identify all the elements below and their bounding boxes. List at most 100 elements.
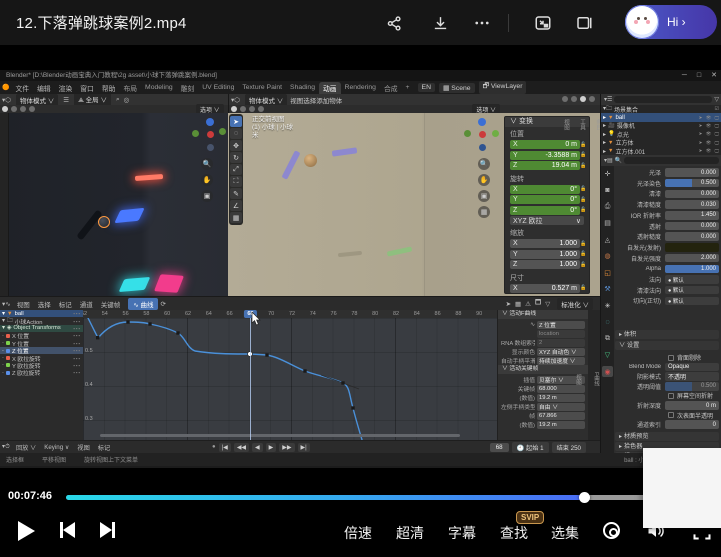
refresh-icon[interactable]: ⟳ bbox=[160, 300, 165, 308]
lock-icon[interactable]: 🔓 bbox=[580, 241, 586, 247]
pan-hand-icon[interactable]: ✋ bbox=[478, 174, 490, 186]
warning-icon[interactable]: ⚠ bbox=[525, 300, 531, 308]
prop-field-Alpha[interactable]: 1.000 bbox=[665, 265, 719, 274]
frame-field[interactable]: 68 bbox=[490, 443, 509, 452]
mid-shading2-1-icon[interactable] bbox=[240, 106, 246, 112]
snap-magnet-icon[interactable]: ⌕ bbox=[116, 96, 120, 104]
workspace-tab-Modeling[interactable]: Modeling bbox=[141, 83, 177, 92]
scene-tab-icon[interactable]: ◬ bbox=[602, 234, 613, 245]
shading-mode-0-icon[interactable] bbox=[2, 106, 8, 112]
left-navigation-gizmo[interactable] bbox=[192, 118, 226, 152]
playhead-line[interactable] bbox=[250, 310, 251, 440]
channel-toggles[interactable]: ▪▪▪ bbox=[73, 326, 81, 331]
find-button[interactable]: 查找 bbox=[500, 523, 528, 543]
more-button[interactable] bbox=[470, 11, 494, 35]
loop-icon[interactable] bbox=[603, 522, 620, 539]
expand-icon[interactable]: · bbox=[2, 340, 4, 346]
rotation-y-field[interactable]: Y0° bbox=[510, 195, 580, 204]
object-mode-dropdown[interactable]: 物体模式 ∨ bbox=[245, 94, 287, 105]
field-自动手柄平滑[interactable]: 持续加速度 ∨ bbox=[537, 357, 585, 365]
menu-帮助[interactable]: 帮助 bbox=[98, 83, 120, 93]
expand-icon[interactable]: · bbox=[2, 355, 4, 361]
transform-tool-icon[interactable]: ⛶ bbox=[230, 176, 242, 187]
snap-icon[interactable]: ▦ bbox=[515, 300, 521, 308]
lock-icon[interactable]: 🔓 bbox=[580, 197, 586, 203]
checkbox[interactable] bbox=[668, 355, 674, 361]
jump-start-icon[interactable]: |◀ bbox=[219, 443, 231, 452]
output-tab-icon[interactable]: ⎙ bbox=[602, 201, 613, 212]
field-(数值)[interactable]: 19.2 m bbox=[537, 421, 585, 429]
graph-menu-视图[interactable]: 视图 bbox=[13, 299, 34, 309]
keying-menu[interactable]: Keying ∨ bbox=[40, 444, 73, 451]
prop-field-清漆糙度[interactable]: 0.030 bbox=[665, 200, 719, 209]
prop-field-法向[interactable]: ● 默认 bbox=[665, 275, 719, 284]
lock-icon[interactable]: 🔓 bbox=[580, 186, 586, 192]
setting-field-通道索引[interactable]: 0 bbox=[665, 420, 719, 429]
setting-field-折射深度[interactable]: 0 m bbox=[665, 401, 719, 410]
shading-mode-1-icon[interactable] bbox=[11, 106, 17, 112]
filter-icon[interactable]: ▽ bbox=[714, 96, 719, 103]
prop-field-自发光强度[interactable]: 2.000 bbox=[665, 254, 719, 263]
mid-shading-3-icon[interactable] bbox=[589, 96, 595, 102]
previous-button[interactable] bbox=[60, 522, 75, 538]
properties-search-input[interactable] bbox=[624, 157, 719, 164]
viewport-menu-选择[interactable]: 选择 bbox=[303, 95, 316, 105]
lock-icon[interactable]: 🔓 bbox=[580, 262, 586, 268]
maximize-icon[interactable]: □ bbox=[697, 70, 701, 81]
move-tool-icon[interactable]: ✥ bbox=[230, 140, 242, 151]
graph-hscrollbar[interactable] bbox=[100, 434, 460, 437]
workspace-tab-Rendering[interactable]: Rendering bbox=[341, 83, 380, 92]
orientation-dropdown[interactable]: ⟁ 全局 ∨ bbox=[74, 94, 111, 105]
grid-toggle-icon[interactable]: ▦ bbox=[478, 206, 490, 218]
copy-icon[interactable]: 🗖 bbox=[535, 298, 541, 309]
channel-toggles[interactable]: ▪▪▪ bbox=[73, 356, 81, 361]
subtitle-button[interactable]: 字幕 bbox=[448, 523, 476, 543]
channel-toggles[interactable]: ▪▪▪ bbox=[73, 363, 81, 368]
channel-toggles[interactable]: ▪▪▪ bbox=[73, 370, 81, 375]
editor-type-icon[interactable]: ▾⏱ bbox=[2, 443, 10, 451]
graph-menu-选择[interactable]: 选择 bbox=[34, 299, 55, 309]
end-frame-field[interactable]: 结束 250 bbox=[552, 442, 586, 453]
expand-icon[interactable]: ▸ bbox=[603, 122, 606, 129]
graph-menu-关键帧[interactable]: 关键帧 bbox=[97, 299, 125, 309]
object-data-tab-icon[interactable]: ▽ bbox=[602, 350, 613, 361]
field-显示颜色[interactable]: XYZ 自动色 ∨ bbox=[537, 348, 585, 356]
prev-keyframe-icon[interactable]: ◀◀ bbox=[234, 443, 249, 452]
channel-小球Action[interactable]: ▾🗀小球Action▪▪▪ bbox=[0, 317, 83, 324]
proportional-icon[interactable]: ◎ bbox=[124, 96, 130, 104]
lock-icon[interactable]: 🔓 bbox=[580, 152, 586, 158]
rotate-tool-icon[interactable]: ↻ bbox=[230, 152, 242, 163]
seek-handle[interactable] bbox=[579, 492, 590, 503]
add-primitive-tool-icon[interactable]: ▦ bbox=[230, 212, 242, 223]
expand-icon[interactable]: ▸ bbox=[603, 114, 606, 121]
playback-menu[interactable]: 回放 ∨ bbox=[12, 443, 40, 452]
scale-tool-icon[interactable]: ⤢ bbox=[230, 164, 242, 175]
expand-icon[interactable]: ▸ bbox=[603, 139, 606, 146]
account-button[interactable]: Hi › bbox=[625, 5, 717, 39]
physics-tab-icon[interactable]: ◌ bbox=[602, 317, 613, 328]
expand-icon[interactable]: · bbox=[2, 370, 4, 376]
outliner-collection-row[interactable]: ▾🗀场景集合☑ bbox=[601, 105, 721, 113]
theater-mode-button[interactable] bbox=[572, 11, 596, 35]
n-panel-tab-工具[interactable]: 工具 bbox=[578, 119, 586, 130]
editor-type-icon[interactable]: ▾⬡ bbox=[231, 96, 240, 104]
modifiers-tab-icon[interactable]: ⚒ bbox=[602, 284, 613, 295]
scale-z-field[interactable]: Z1.000 bbox=[510, 260, 580, 269]
video-frame[interactable]: Blender* [D:\Blender动画宝典入门教程\2g asset\小球… bbox=[0, 45, 721, 487]
location-x-field[interactable]: X0 m bbox=[510, 140, 580, 149]
graph-menu-标记[interactable]: 标记 bbox=[55, 299, 76, 309]
pan-hand-icon[interactable]: ✋ bbox=[201, 174, 213, 186]
field-帧[interactable]: 67.866 bbox=[537, 412, 585, 420]
field-RNA 数组索引[interactable]: 2 bbox=[537, 339, 585, 347]
lock-icon[interactable]: 🔓 bbox=[580, 163, 586, 169]
shading-mode-3-icon[interactable] bbox=[29, 106, 35, 112]
jump-end-icon[interactable]: ▶| bbox=[298, 443, 310, 452]
play-reverse-icon[interactable]: ◀ bbox=[252, 443, 263, 452]
volume-section-header[interactable]: ▸ 体积 bbox=[615, 330, 719, 339]
setting-field-阴影模式[interactable]: 不透明 bbox=[665, 372, 719, 381]
outliner-search-input[interactable] bbox=[614, 96, 712, 103]
world-tab-icon[interactable]: ◍ bbox=[602, 251, 613, 262]
marker-menu[interactable]: 标记 bbox=[94, 443, 114, 452]
channel-toggles[interactable]: ▪▪▪ bbox=[73, 341, 81, 346]
graph-menu-通道[interactable]: 通道 bbox=[76, 299, 97, 309]
